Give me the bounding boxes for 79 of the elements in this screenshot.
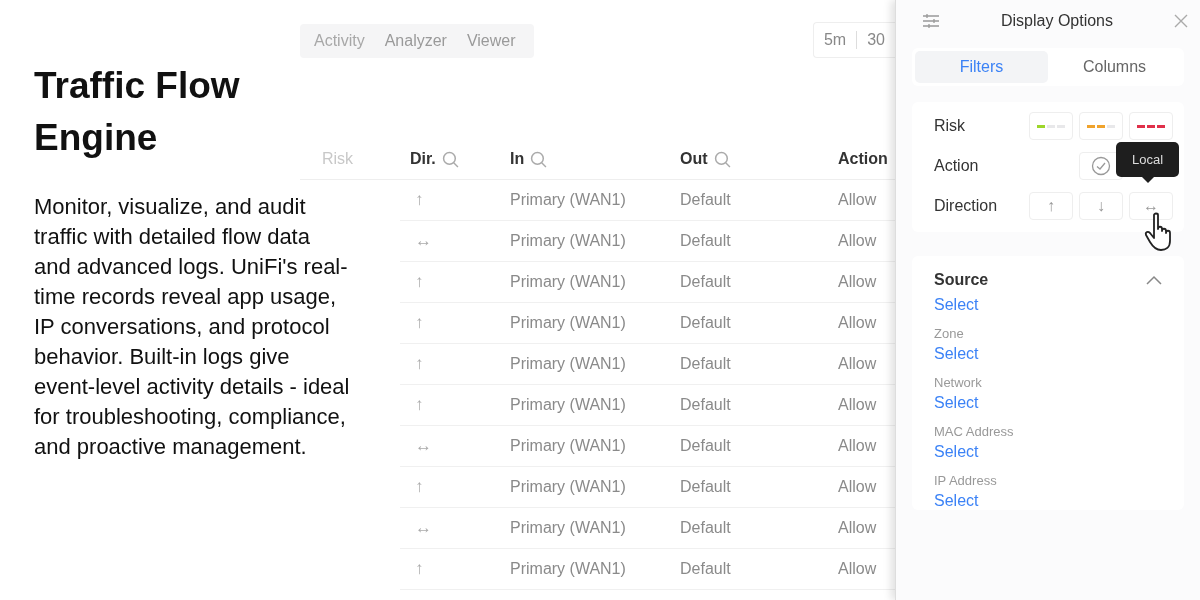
field-label: MAC Address bbox=[934, 424, 1014, 439]
table-cell: Default bbox=[680, 273, 731, 290]
direction-arrow: ↑ bbox=[414, 272, 424, 291]
table-cell: Primary (WAN1) bbox=[510, 437, 626, 454]
direction-arrow: ↑ bbox=[414, 477, 424, 496]
field-label: Zone bbox=[934, 326, 964, 341]
table-cell: Default bbox=[680, 232, 731, 249]
table-cell: Default bbox=[680, 396, 731, 413]
table-cell: Primary (WAN1) bbox=[510, 232, 626, 249]
search-icon[interactable] bbox=[713, 150, 731, 168]
table-cell: Primary (WAN1) bbox=[510, 560, 626, 577]
sliders-icon[interactable] bbox=[922, 13, 940, 29]
column-header: Dir. bbox=[410, 150, 436, 168]
risk-level-button[interactable] bbox=[1079, 112, 1123, 140]
direction-arrow: ↑ bbox=[414, 313, 424, 332]
table-cell: Allow bbox=[838, 560, 877, 577]
risk-level-button[interactable] bbox=[1129, 112, 1173, 140]
table-cell: Default bbox=[680, 355, 731, 372]
table-cell: Primary (WAN1) bbox=[510, 355, 626, 372]
table-cell: Allow bbox=[838, 437, 877, 454]
column-header: In bbox=[510, 150, 525, 168]
column-header: Out bbox=[680, 150, 708, 168]
table-cell: Allow bbox=[838, 396, 877, 413]
direction-button[interactable]: ↑ bbox=[1029, 192, 1073, 220]
table-cell: Allow bbox=[838, 191, 877, 208]
close-icon[interactable] bbox=[1174, 14, 1188, 28]
view-tab[interactable]: Viewer bbox=[466, 32, 516, 50]
search-icon[interactable] bbox=[441, 150, 459, 168]
filter-label: Risk bbox=[934, 117, 967, 135]
description-paragraph: Monitor, visualize, and audit traffic with detailed flow data and advanced logs. UniFi's real-time records reveal app usage, IP conversations, and protocol behavior. Built-in logs give event-level activity details - ideal for troubleshooting, compliance, and proactive management. bbox=[33, 193, 351, 461]
select-link[interactable]: Select bbox=[934, 492, 979, 510]
direction-button[interactable]: ↓ bbox=[1079, 192, 1123, 220]
table-cell: Primary (WAN1) bbox=[510, 396, 626, 413]
filter-tab[interactable]: Columns bbox=[1048, 51, 1181, 83]
table-cell: Allow bbox=[838, 273, 877, 290]
table-cell: Allow bbox=[838, 478, 877, 495]
table-cell: Default bbox=[680, 191, 731, 208]
direction-arrow: ↔ bbox=[414, 231, 432, 250]
table-cell: Allow bbox=[838, 519, 877, 536]
filter-label: Direction bbox=[934, 197, 999, 215]
tooltip: Local bbox=[1116, 142, 1180, 183]
chevron-up-icon[interactable] bbox=[1146, 275, 1162, 285]
table-cell: Default bbox=[680, 437, 731, 454]
table-cell: Allow bbox=[838, 232, 877, 249]
panel-title: Display Options bbox=[999, 12, 1114, 30]
direction-arrow: ↔ bbox=[414, 518, 432, 537]
table-cell: Primary (WAN1) bbox=[510, 478, 626, 495]
filter-tab[interactable]: Filters bbox=[915, 51, 1048, 83]
direction-arrow: ↑ bbox=[414, 559, 424, 578]
direction-arrow: ↑ bbox=[414, 354, 424, 373]
select-link[interactable]: Select bbox=[934, 394, 979, 412]
select-link[interactable]: Select bbox=[934, 345, 979, 363]
select-link[interactable]: Select bbox=[934, 443, 979, 461]
field-label: Network bbox=[934, 375, 982, 390]
search-icon[interactable] bbox=[530, 150, 548, 168]
table-cell: Default bbox=[680, 314, 731, 331]
table-cell: Allow bbox=[838, 355, 877, 372]
filter-label: Action bbox=[934, 157, 980, 175]
table-cell: Default bbox=[680, 478, 731, 495]
table-cell: Allow bbox=[838, 314, 877, 331]
check-circle-icon bbox=[1091, 156, 1111, 176]
headline: Traffic Flow Engine bbox=[33, 64, 241, 160]
column-header: Action bbox=[838, 150, 888, 168]
field-label: IP Address bbox=[934, 473, 997, 488]
direction-arrow: ↑ bbox=[414, 190, 424, 209]
direction-arrow: ↑ bbox=[414, 395, 424, 414]
table-cell: Primary (WAN1) bbox=[510, 191, 626, 208]
view-tab[interactable]: Analyzer bbox=[384, 32, 447, 50]
direction-arrow: ↔ bbox=[414, 436, 432, 455]
table-cell: Primary (WAN1) bbox=[510, 519, 626, 536]
section-title: Source bbox=[934, 271, 989, 289]
view-tab[interactable]: Activity bbox=[314, 32, 365, 50]
table-cell: Default bbox=[680, 519, 731, 536]
time-range-option[interactable]: 5m bbox=[823, 31, 857, 49]
table-cell: Primary (WAN1) bbox=[510, 314, 626, 331]
direction-button[interactable]: ↔ bbox=[1129, 192, 1173, 220]
table-cell: Primary (WAN1) bbox=[510, 273, 626, 290]
select-link[interactable]: Select bbox=[934, 296, 979, 314]
table-cell: Default bbox=[680, 560, 731, 577]
